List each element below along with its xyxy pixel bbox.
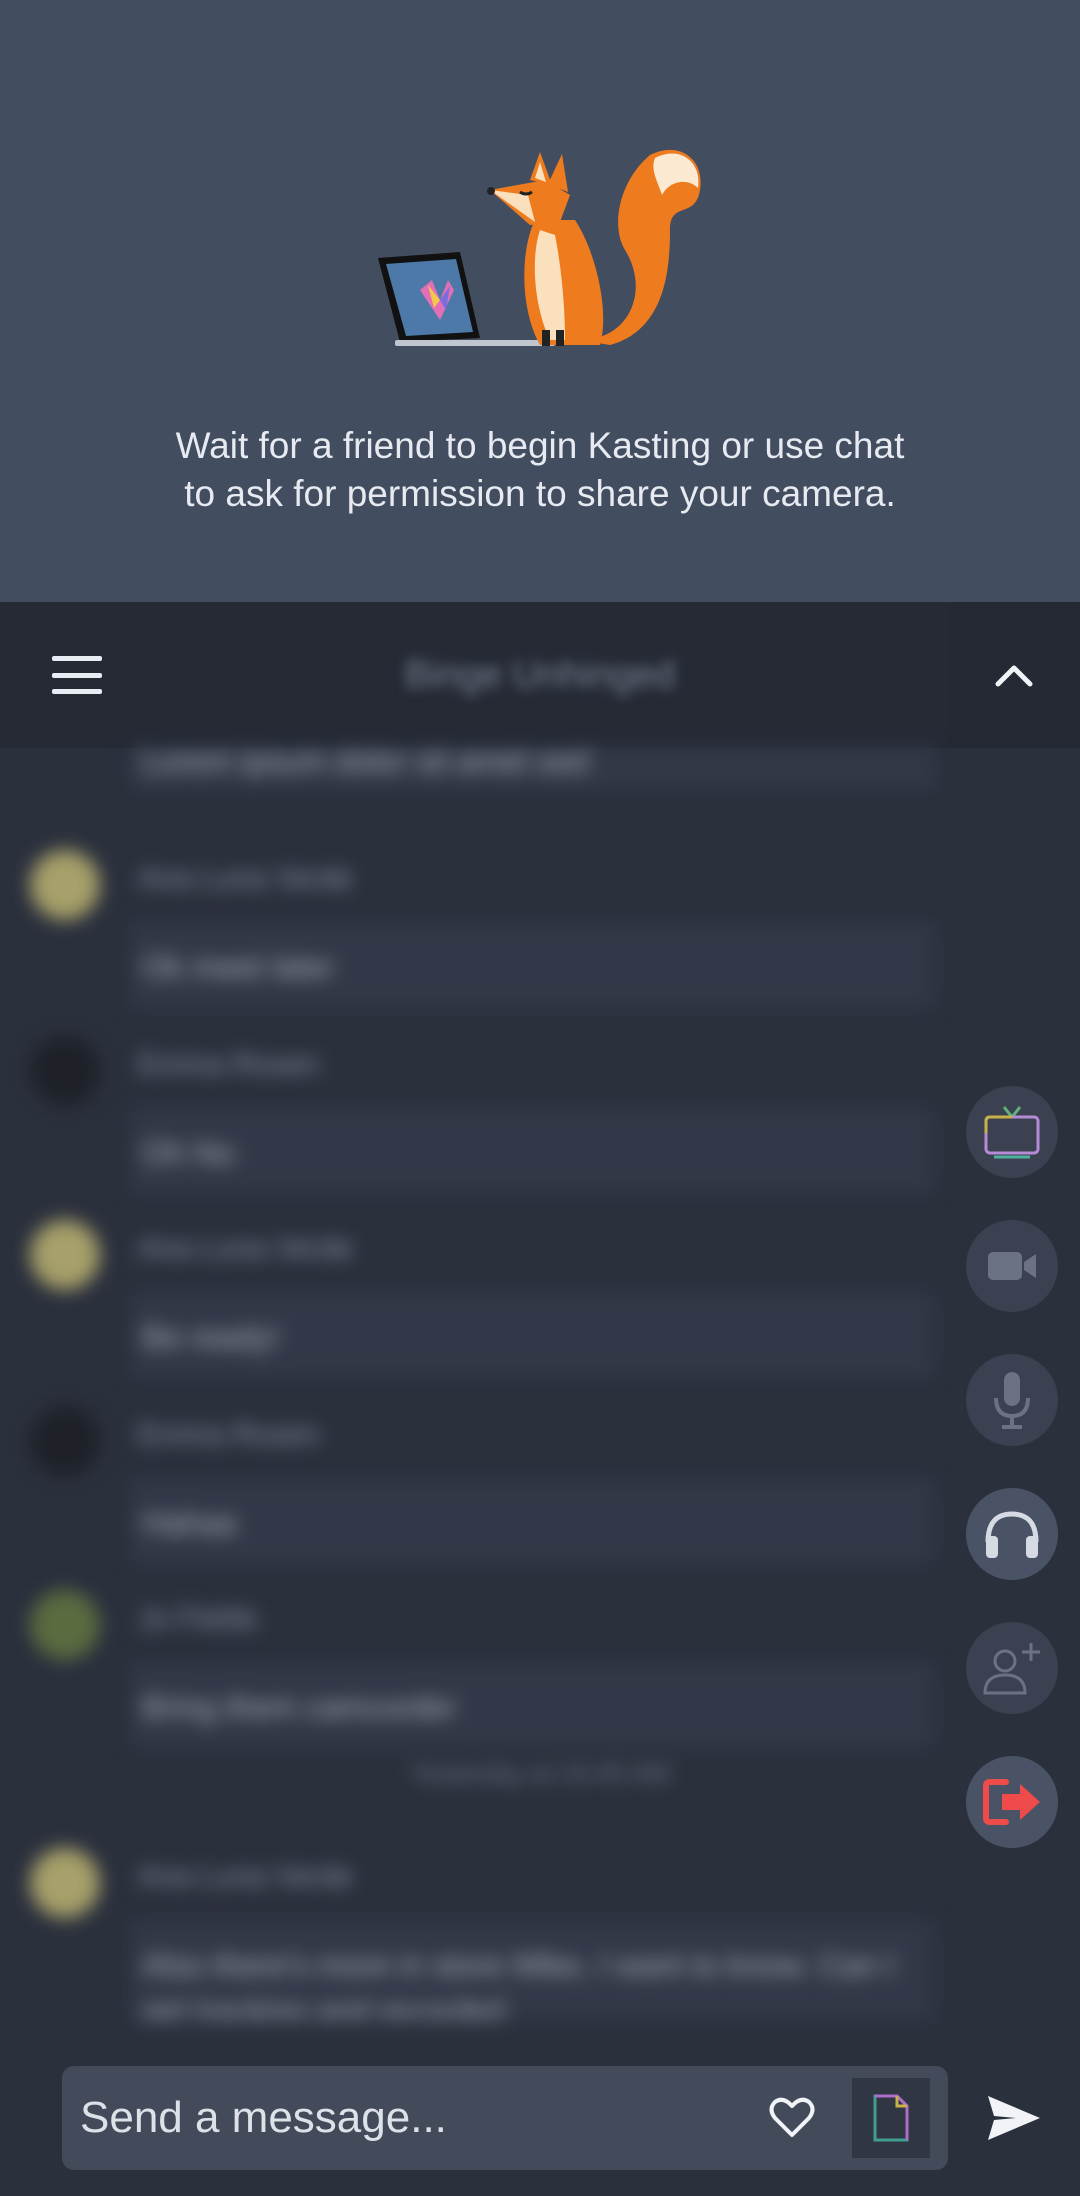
send-button[interactable] <box>978 2084 1050 2152</box>
message-author: Jo Fields <box>138 1602 259 1635</box>
kast-button[interactable] <box>966 1086 1058 1178</box>
message-bubble: Be ready! <box>130 1292 935 1378</box>
attach-file-button[interactable] <box>852 2078 930 2158</box>
add-friend-button[interactable] <box>966 1622 1058 1714</box>
waiting-message: Wait for a friend to begin Kasting or us… <box>175 425 905 514</box>
chevron-up-icon <box>995 665 1033 687</box>
app-screen: Wait for a friend to begin Kasting or us… <box>0 0 1080 2196</box>
avatar <box>30 1590 100 1660</box>
message-bubble: Ok meet later <box>130 922 935 1008</box>
audio-button[interactable] <box>966 1488 1058 1580</box>
microphone-button[interactable] <box>966 1354 1058 1446</box>
message-composer <box>62 2066 948 2170</box>
camera-button[interactable] <box>966 1220 1058 1312</box>
add-user-icon <box>983 1643 1040 1695</box>
message-author: Ana Luna Verde <box>138 1232 354 1265</box>
avatar <box>30 1406 100 1476</box>
send-icon <box>988 2096 1040 2140</box>
message-author: Ana Luna Verde <box>138 862 354 895</box>
file-icon <box>873 2094 909 2142</box>
microphone-icon <box>994 1372 1030 1429</box>
message-author: Emma Rosen <box>138 1418 320 1451</box>
message-bubble: Bring them camcorder <box>130 1662 935 1748</box>
message-author: Ana Luna Verde <box>138 1860 354 1893</box>
message-author: Emma Rosen <box>138 1048 320 1081</box>
message-bubble: Lorem ipsum dolor sit amet sed <box>130 748 935 790</box>
waiting-panel: Wait for a friend to begin Kasting or us… <box>0 0 1080 602</box>
avatar <box>30 1220 100 1290</box>
room-title: Binge Unhinged <box>404 654 676 696</box>
avatar <box>30 850 100 920</box>
avatar <box>30 1036 100 1106</box>
message-input[interactable] <box>80 2086 770 2150</box>
fox-laptop-illustration <box>378 149 701 346</box>
heart-icon <box>769 2097 815 2137</box>
message-bubble: Hahaa <box>130 1478 935 1564</box>
like-button[interactable] <box>762 2088 822 2148</box>
chat-messages: Lorem ipsum dolor sit amet sed Ana Luna … <box>0 748 948 2020</box>
collapse-button[interactable] <box>948 602 1080 748</box>
leave-button[interactable] <box>966 1756 1058 1848</box>
avatar <box>30 1848 100 1918</box>
tv-icon <box>984 1106 1040 1159</box>
message-bubble: Also there's more in store Mike, I want … <box>130 1920 935 2020</box>
message-bubble: Oh No <box>130 1108 935 1194</box>
exit-icon <box>983 1779 1040 1825</box>
video-camera-icon <box>988 1252 1036 1280</box>
chat-header: Binge Unhinged <box>0 602 1080 748</box>
date-divider: Yesterday at 10:45 AM <box>409 1758 671 1788</box>
headphones-icon <box>985 1511 1039 1558</box>
